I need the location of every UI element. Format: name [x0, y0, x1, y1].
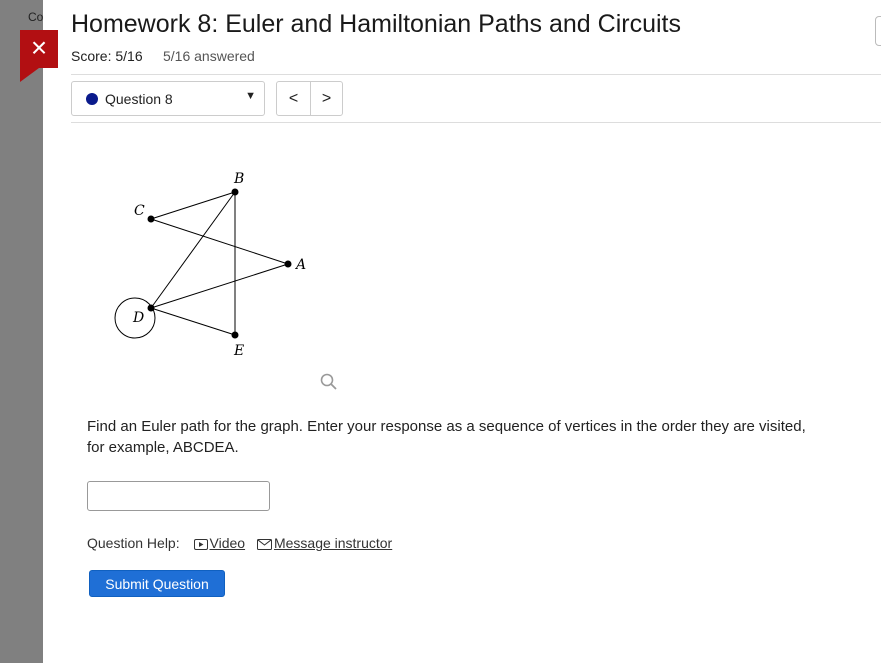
edge-ca [150, 218, 289, 265]
edge-cb [150, 191, 236, 220]
vertex-label-d: D [132, 310, 144, 326]
video-link[interactable]: Video [193, 535, 246, 551]
vertex-label-a: A [294, 257, 306, 273]
vertex-label-b: B [233, 171, 244, 187]
message-instructor-label: Message instructor [273, 535, 393, 551]
graph-figure: B C A D E [114, 171, 306, 359]
edge-ad [150, 263, 289, 309]
vertex-b [231, 188, 239, 196]
message-instructor-link[interactable]: Message instructor [256, 535, 393, 551]
close-icon: × [30, 32, 48, 63]
answer-input[interactable] [87, 481, 270, 511]
background-text: Co [28, 10, 44, 24]
mail-icon [256, 539, 272, 550]
question-help: Question Help: Video Message instructor [87, 535, 400, 551]
vertex-label-c: C [134, 203, 145, 219]
video-link-label: Video [209, 535, 246, 551]
question-panel: Homework 8: Euler and Hamiltonian Paths … [43, 0, 881, 663]
question-text: Find an Euler path for the graph. Enter … [87, 418, 806, 456]
video-icon [193, 539, 208, 550]
vertex-d [147, 304, 155, 312]
vertex-label-e: E [233, 343, 244, 359]
right-edge-control[interactable] [875, 16, 881, 46]
question-help-label: Question Help: [87, 535, 180, 551]
edge-bd [150, 191, 236, 309]
edge-de [150, 307, 236, 336]
magnify-icon[interactable] [319, 372, 339, 392]
submit-question-button[interactable]: Submit Question [89, 570, 225, 597]
background-overlay [0, 0, 43, 663]
vertex-a [284, 260, 292, 268]
vertex-e [231, 331, 239, 339]
vertex-c [147, 215, 155, 223]
close-button[interactable]: × [20, 30, 58, 82]
